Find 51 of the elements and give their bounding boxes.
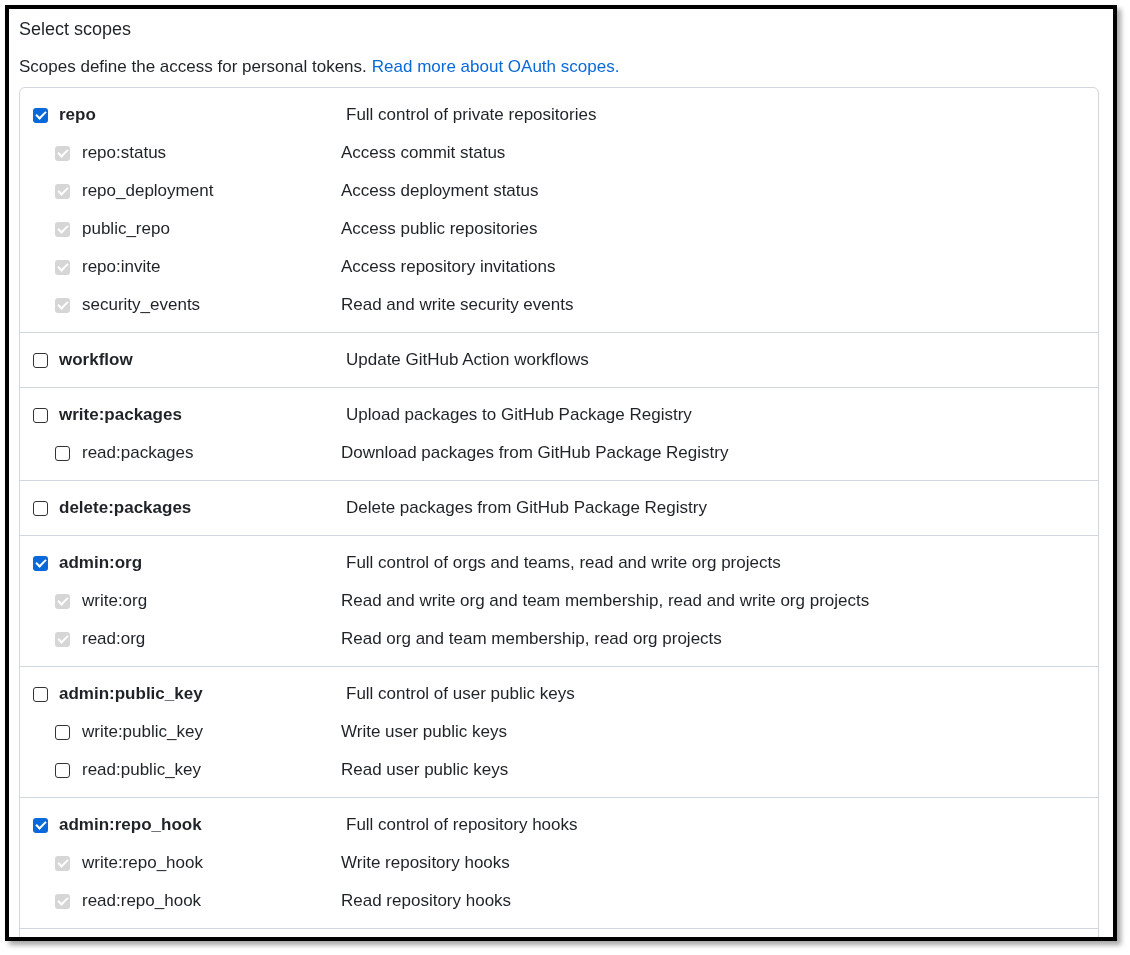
scope-description: Update GitHub Action workflows [346,350,589,370]
scope-description: Read and write org and team membership, read and write org projects [341,591,870,611]
scope-name: security_events [82,295,202,315]
scope-checkbox[interactable] [55,724,70,740]
scope-description: Access repository invitations [341,257,556,277]
scope-name: write:repo_hook [82,853,204,873]
scope-checkbox[interactable] [33,686,48,702]
oauth-scopes-link[interactable]: Read more about OAuth scopes. [371,55,620,79]
scope-name: workflow [59,350,134,370]
scope-description: Read user public keys [341,760,509,780]
scope-description: Read org and team membership, read org projects [341,629,722,649]
scope-description: Write user public keys [341,722,507,742]
scope-name: admin:org [59,553,144,573]
scope-name: write:public_key [82,722,204,742]
scope-description: Full control of repository hooks [346,815,578,835]
scope-name: write:org [82,591,149,611]
scope-name: write:packages [59,405,183,425]
scope-name: delete:packages [59,498,193,518]
scope-description: Download packages from GitHub Package Registry [341,443,729,463]
scope-description: Full control of user public keys [346,684,575,704]
scope-name: read:org [82,629,147,649]
scope-checkbox[interactable] [33,107,48,123]
scope-description: Access deployment status [341,181,539,201]
scope-description: Full control of private repositories [346,105,597,125]
scope-description: Write repository hooks [341,853,510,873]
scope-checkbox[interactable] [33,407,48,423]
scope-checkbox[interactable] [33,555,48,571]
intro-text: Scopes define the access for personal tokens. [19,56,367,78]
scope-name: read:public_key [82,760,203,780]
scope-checkbox[interactable] [33,817,48,833]
scope-name: admin:public_key [59,684,204,704]
scope-checkbox[interactable] [33,352,48,368]
scope-name: repo:invite [82,257,162,277]
scope-name: repo_deployment [82,181,215,201]
scope-checkbox[interactable] [55,445,70,461]
scope-name: read:packages [82,443,195,463]
scope-description: Full control of orgs and teams, read and write org projects [346,553,781,573]
scope-description: Access commit status [341,143,506,163]
section-heading: Select scopes [19,18,133,41]
scope-checkbox[interactable] [55,762,70,778]
scope-description: Access public repositories [341,219,538,239]
scope-description: Read repository hooks [341,891,512,911]
scope-description: Upload packages to GitHub Package Registry [346,405,692,425]
scope-description: Delete packages from GitHub Package Registry [346,498,707,518]
scope-name: repo:status [82,143,168,163]
scope-name: public_repo [82,219,171,239]
scope-name: read:repo_hook [82,891,203,911]
scope-name: admin:repo_hook [59,815,203,835]
scope-checkbox[interactable] [33,500,48,516]
scope-name: repo [59,105,97,125]
scope-description: Read and write security events [341,295,574,315]
